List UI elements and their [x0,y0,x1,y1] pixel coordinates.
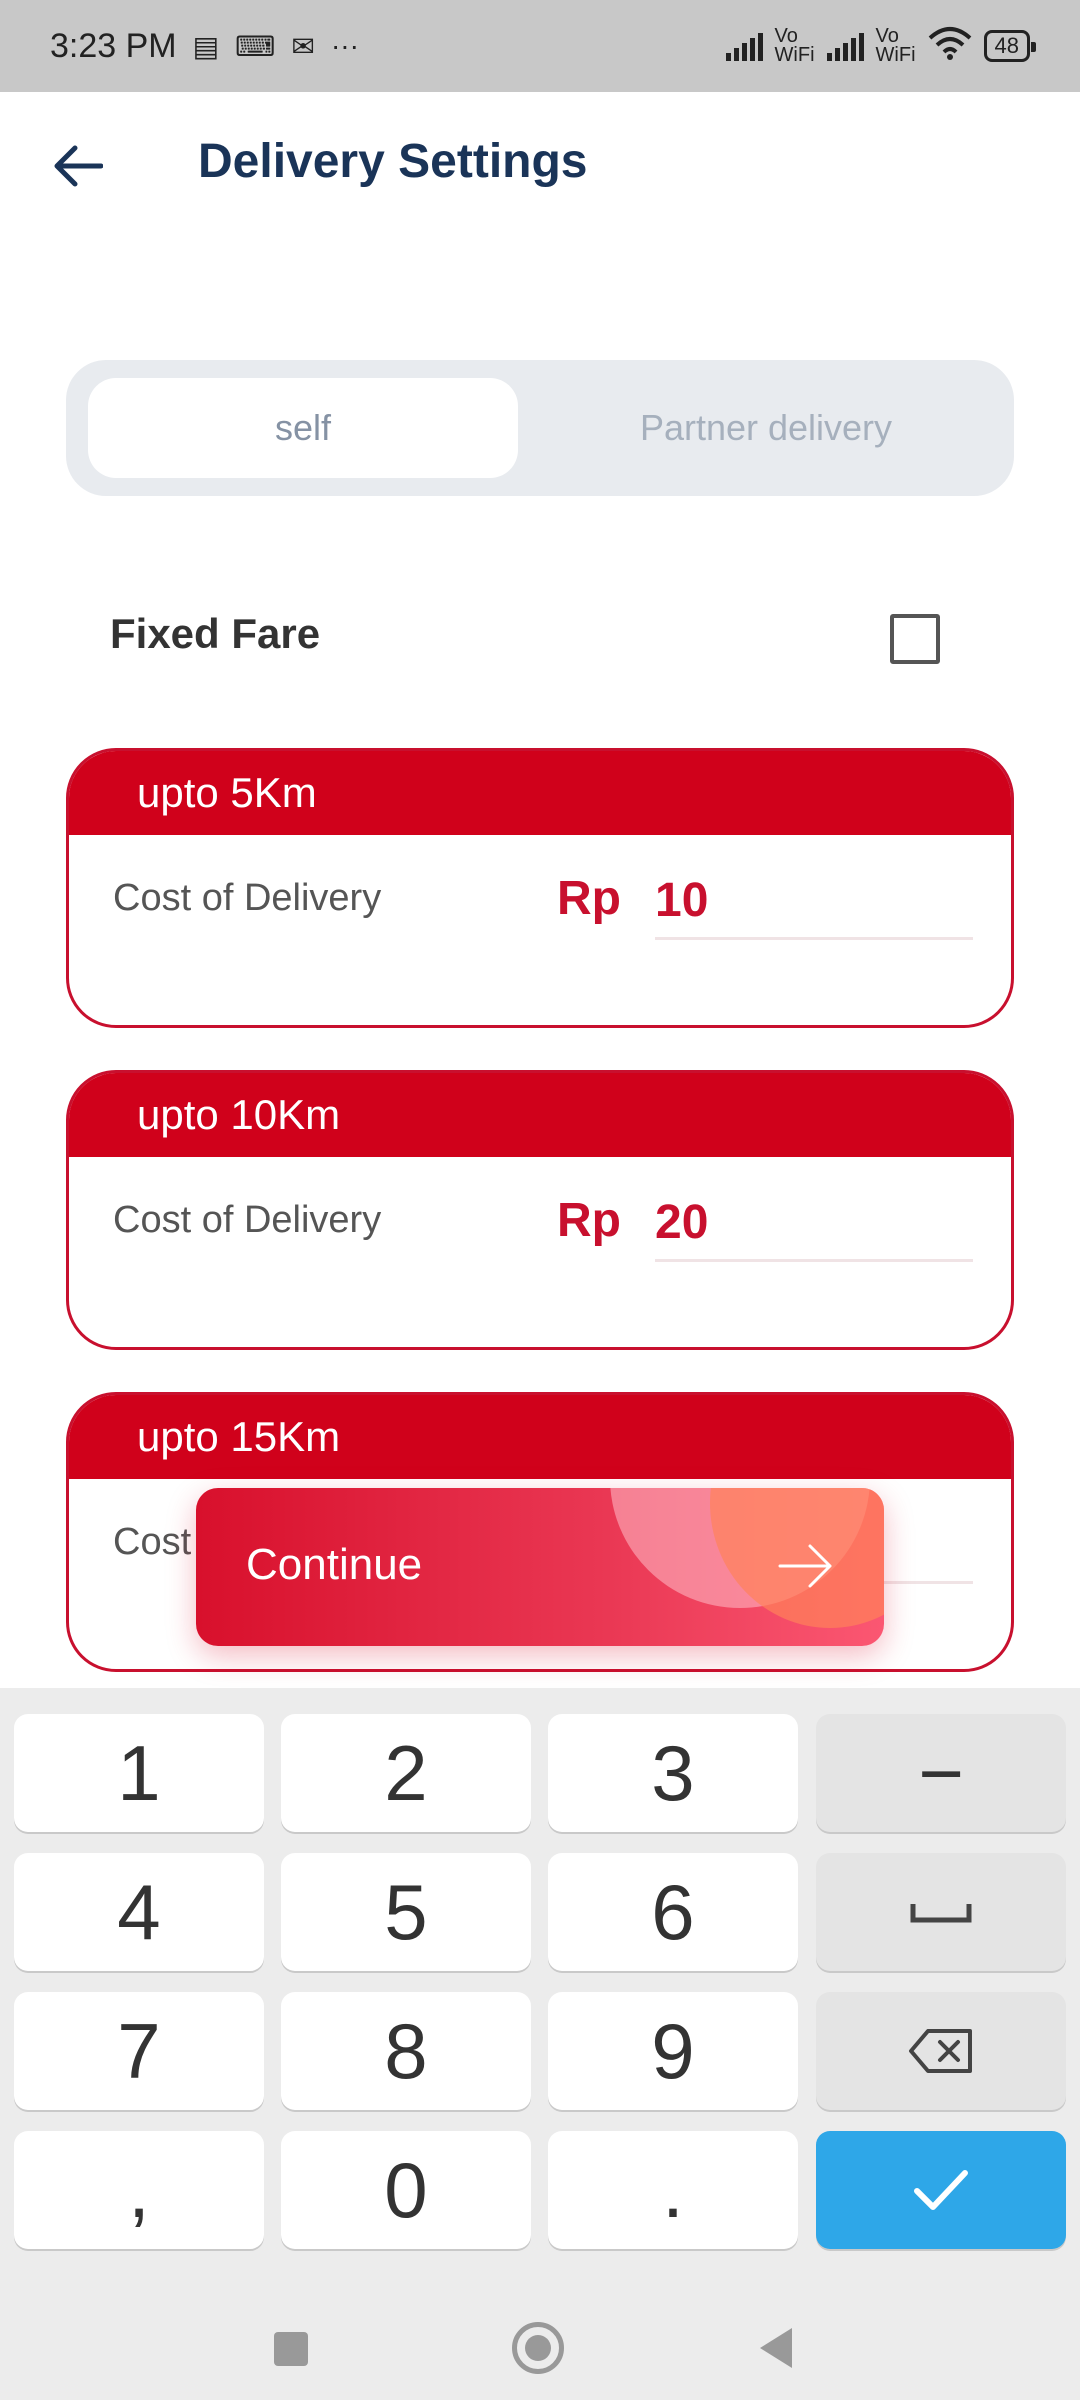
more-notifications-icon: ··· [330,30,359,61]
space-icon [910,1904,972,1923]
fixed-fare-label: Fixed Fare [110,610,321,657]
teams-icon: ✉ [291,30,315,62]
wifi-icon [928,26,972,66]
app-header: Delivery Settings [0,92,1080,242]
battery-icon: 48 [983,30,1037,62]
currency-label: Rp [557,872,621,925]
checkmark-icon [914,2170,968,2210]
key-1[interactable]: 1 [14,1714,264,1832]
input-underline [655,937,973,940]
continue-button[interactable]: Continue [196,1488,884,1646]
arrow-right-icon [776,1538,836,1594]
status-time: 3:23 PM [50,26,177,65]
cost-input[interactable]: 20 [655,1195,708,1250]
key-0[interactable]: 0 [281,2131,531,2249]
space-key[interactable] [816,1853,1066,1971]
vowifi-icon-2: Vo WiFi [875,25,916,66]
tab-self[interactable]: self [88,378,518,478]
done-key[interactable] [816,2131,1066,2249]
back-arrow-icon[interactable] [46,134,110,198]
key-2[interactable]: 2 [281,1714,531,1832]
key-period[interactable]: . [548,2131,798,2249]
key-comma[interactable]: , [14,2131,264,2249]
key-9[interactable]: 9 [548,1992,798,2110]
cost-label: Cost of Delivery [113,1199,382,1241]
key-8[interactable]: 8 [281,1992,531,2110]
key-4[interactable]: 4 [14,1853,264,1971]
input-underline [655,1259,973,1262]
cost-label: Cost [113,1521,192,1563]
tier-title: upto 10Km [69,1073,1011,1157]
currency-label: Rp [557,1194,621,1247]
backspace-key[interactable] [816,1992,1066,2110]
backspace-icon [909,2029,972,2073]
key-7[interactable]: 7 [14,1992,264,2110]
continue-label: Continue [246,1540,423,1589]
key-minus[interactable]: − [816,1714,1066,1832]
cost-input[interactable]: 10 [655,873,708,928]
vowifi-icon: Vo WiFi [774,25,815,66]
delivery-tier-card: upto 10Km Cost of Delivery Rp 20 [66,1070,1014,1350]
system-nav-bar [0,2258,1080,2400]
key-6[interactable]: 6 [548,1853,798,1971]
keyboard-icon: ⌨ [235,30,276,62]
status-bar: 3:23 PM ▤ ⌨ ✉ ··· Vo WiFi Vo WiFi 48 [0,0,1080,92]
page-title: Delivery Settings [198,135,588,188]
fixed-fare-checkbox[interactable] [890,614,940,664]
key-3[interactable]: 3 [548,1714,798,1832]
delivery-tier-card: upto 5Km Cost of Delivery Rp 10 [66,748,1014,1028]
key-5[interactable]: 5 [281,1853,531,1971]
delivery-type-toggle: self Partner delivery [66,360,1014,496]
signal-icon [725,31,763,61]
tab-partner-delivery[interactable]: Partner delivery [546,378,986,478]
cost-label: Cost of Delivery [113,877,382,919]
tier-title: upto 15Km [69,1395,1011,1479]
tier-title: upto 5Km [69,751,1011,835]
home-icon[interactable] [512,2322,564,2374]
recents-icon[interactable] [274,2332,308,2366]
nav-back-icon[interactable] [760,2328,792,2368]
signal-icon-2 [826,31,864,61]
numeric-keyboard: 1 2 3 − 4 5 6 7 8 9 , 0 . [0,1688,1080,2258]
notification-message-icon: ▤ [192,30,220,62]
